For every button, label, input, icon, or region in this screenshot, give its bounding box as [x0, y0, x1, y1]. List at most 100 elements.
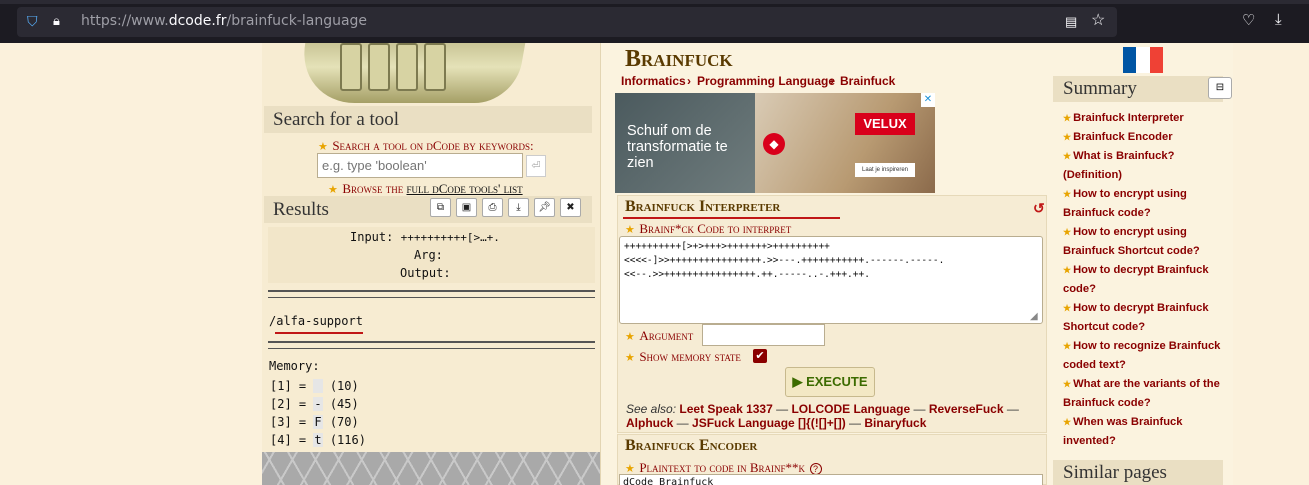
pin-icon[interactable]: 📌︎ — [534, 198, 555, 217]
summary-item-label[interactable]: Brainfuck Encoder — [1073, 131, 1172, 143]
hexagon-pattern — [262, 452, 600, 485]
results-summary: Input: ++++++++++[>…+. Arg: Output: — [268, 227, 595, 283]
seealso-link-reversefuck[interactable]: ReverseFuck — [929, 402, 1004, 416]
french-flag-icon[interactable] — [1123, 47, 1163, 73]
memory-char: t — [313, 433, 323, 447]
download-icon[interactable]: ⤓ — [508, 198, 529, 217]
breadcrumb-informatics[interactable]: Informatics — [621, 74, 686, 88]
star-icon: ★ — [1063, 265, 1072, 275]
reader-mode-icon[interactable]: ▤ — [1065, 14, 1077, 30]
divider — [268, 341, 595, 343]
summary-item[interactable]: ★ How to decrypt Brainfuck code? — [1063, 261, 1233, 299]
summary-item[interactable]: ★ How to encrypt using Brainfuck code? — [1063, 185, 1233, 223]
summary-item[interactable]: ★ How to recognize Brainfuck coded text? — [1063, 337, 1233, 375]
star-icon: ★ — [1063, 303, 1072, 313]
summary-item[interactable]: ★ How to decrypt Brainfuck Shortcut code? — [1063, 299, 1233, 337]
summary-item[interactable]: ★ What is Brainfuck? (Definition) — [1063, 147, 1233, 185]
memory-value: (116) — [329, 433, 366, 447]
summary-item[interactable]: ★ How to encrypt using Brainfuck Shortcut… — [1063, 223, 1233, 261]
summary-title: Summary — [1053, 76, 1223, 102]
memory-index: [1] = — [270, 379, 307, 393]
summary-item[interactable]: ★ Brainfuck Interpreter — [1063, 109, 1233, 128]
see-also: See also: Leet Speak 1337 — LOLCODE Lang… — [626, 402, 1041, 430]
copy-icon[interactable]: ⧉ — [430, 198, 451, 217]
cryptex-ring — [424, 43, 446, 91]
summary-item-label[interactable]: How to encrypt using Brainfuck code? — [1063, 188, 1187, 219]
memory-index: [3] = — [270, 415, 307, 429]
cryptex-ring — [396, 43, 418, 91]
argument-input[interactable] — [702, 324, 825, 346]
close-icon[interactable]: ✖ — [560, 198, 581, 217]
reset-icon[interactable]: ↺ — [1033, 200, 1045, 217]
downloads-icon[interactable]: ⤓ — [1275, 12, 1282, 28]
collapse-icon[interactable]: ⊟ — [1208, 77, 1232, 99]
summary-item[interactable]: ★ Brainfuck Encoder — [1063, 128, 1233, 147]
memory-row: [4] = t (116) — [270, 431, 366, 449]
seealso-link-jsfuck[interactable]: JSFuck Language []{(![]+[]) — [692, 416, 846, 430]
tab-strip — [0, 0, 1309, 4]
memory-title: Memory: — [269, 359, 320, 373]
summary-item[interactable]: ★ What are the variants of the Brainfuck … — [1063, 375, 1233, 413]
summary-item-label[interactable]: When was Brainfuck invented? — [1063, 416, 1183, 447]
see-also-label: See also: — [626, 402, 677, 416]
star-icon: ★ — [1063, 113, 1072, 123]
seealso-link-alphuck[interactable]: Alphuck — [626, 416, 673, 430]
search-title: Search for a tool — [264, 106, 592, 133]
search-label: Search a tool on dCode by keywords: — [332, 138, 534, 153]
summary-item-label[interactable]: Brainfuck Interpreter — [1073, 112, 1184, 124]
pocket-icon[interactable]: ♡ — [1242, 13, 1255, 29]
ad-brand: VELUX — [855, 113, 915, 135]
summary-item-label[interactable]: What is Brainfuck? (Definition) — [1063, 150, 1174, 181]
input-label: Input: — [350, 230, 394, 244]
summary-item-label[interactable]: How to recognize Brainfuck coded text? — [1063, 340, 1220, 371]
url-text[interactable]: https://www.dcode.fr/brainfuck-language — [81, 13, 367, 29]
star-icon: ★ — [1063, 227, 1072, 237]
summary-item-label[interactable]: What are the variants of the Brainfuck c… — [1063, 378, 1220, 409]
star-icon: ★ — [1063, 379, 1072, 389]
code-label: Brainf*ck Code to interpret — [639, 221, 792, 236]
search-input[interactable] — [317, 153, 523, 178]
breadcrumb-sep: › — [687, 74, 691, 88]
page-title: Brainfuck — [625, 46, 733, 72]
sep: — — [845, 416, 865, 430]
memory-value: (70) — [329, 415, 359, 429]
browser-toolbar: ⛉ 🔒︎ https://www.dcode.fr/brainfuck-lang… — [0, 0, 1309, 43]
summary-item-label[interactable]: How to decrypt Brainfuck Shortcut code? — [1063, 302, 1209, 333]
resize-handle-icon[interactable]: ◢ — [1030, 311, 1038, 322]
page-margin-right — [1233, 43, 1309, 485]
advertisement[interactable]: Schuif om de transformatie te zien ◆ VEL… — [615, 93, 935, 193]
bookmark-star-icon[interactable]: ☆ — [1091, 13, 1105, 29]
page-margin-left — [0, 43, 262, 485]
seealso-link-leet[interactable]: Leet Speak 1337 — [679, 402, 772, 416]
print-icon[interactable]: ⎙ — [482, 198, 503, 217]
similar-pages-title: Similar pages — [1053, 460, 1223, 485]
summary-item[interactable]: ★ When was Brainfuck invented? — [1063, 413, 1233, 451]
summary-item-label[interactable]: How to decrypt Brainfuck code? — [1063, 264, 1209, 295]
sep: — — [673, 416, 693, 430]
ad-close-icon[interactable]: ✕ — [921, 93, 935, 107]
seealso-link-lolcode[interactable]: LOLCODE Language — [791, 402, 910, 416]
breadcrumb-brainfuck[interactable]: Brainfuck — [840, 74, 895, 88]
result-output[interactable]: /alfa-support — [269, 314, 363, 328]
execute-button[interactable]: ▶ EXECUTE — [785, 367, 875, 397]
star-icon: ★ — [625, 224, 635, 236]
star-icon: ★ — [1063, 151, 1072, 161]
interpreter-underline — [623, 217, 840, 219]
memory-row: [3] = F (70) — [270, 413, 366, 431]
shield-icon[interactable]: ⛉ — [27, 13, 38, 29]
ad-cta-button[interactable]: Laat je inspireren — [855, 163, 915, 177]
browse-tools-link[interactable]: full dCode tools' list — [407, 181, 523, 196]
search-submit-button[interactable]: ⏎ — [526, 155, 546, 177]
url-bar[interactable]: ⛉ 🔒︎ https://www.dcode.fr/brainfuck-lang… — [17, 7, 1117, 37]
seealso-link-binaryfuck[interactable]: Binaryfuck — [864, 416, 926, 430]
memory-row: [1] = (10) — [270, 377, 366, 395]
ad-play-icon[interactable]: ◆ — [763, 133, 785, 155]
copy-alt-icon[interactable]: ▣ — [456, 198, 477, 217]
star-icon: ★ — [328, 184, 338, 196]
plaintext-textarea[interactable]: dCode Brainfuck — [619, 474, 1043, 485]
lock-icon[interactable]: 🔒︎ — [53, 13, 60, 29]
memory-state-checkbox[interactable]: ✔ — [753, 349, 767, 363]
code-textarea[interactable]: ++++++++++[>+>+++>+++++++>++++++++++ <<<… — [619, 236, 1043, 324]
breadcrumb-programming-language[interactable]: Programming Language — [697, 74, 835, 88]
summary-item-label[interactable]: How to encrypt using Brainfuck Shortcut … — [1063, 226, 1200, 257]
